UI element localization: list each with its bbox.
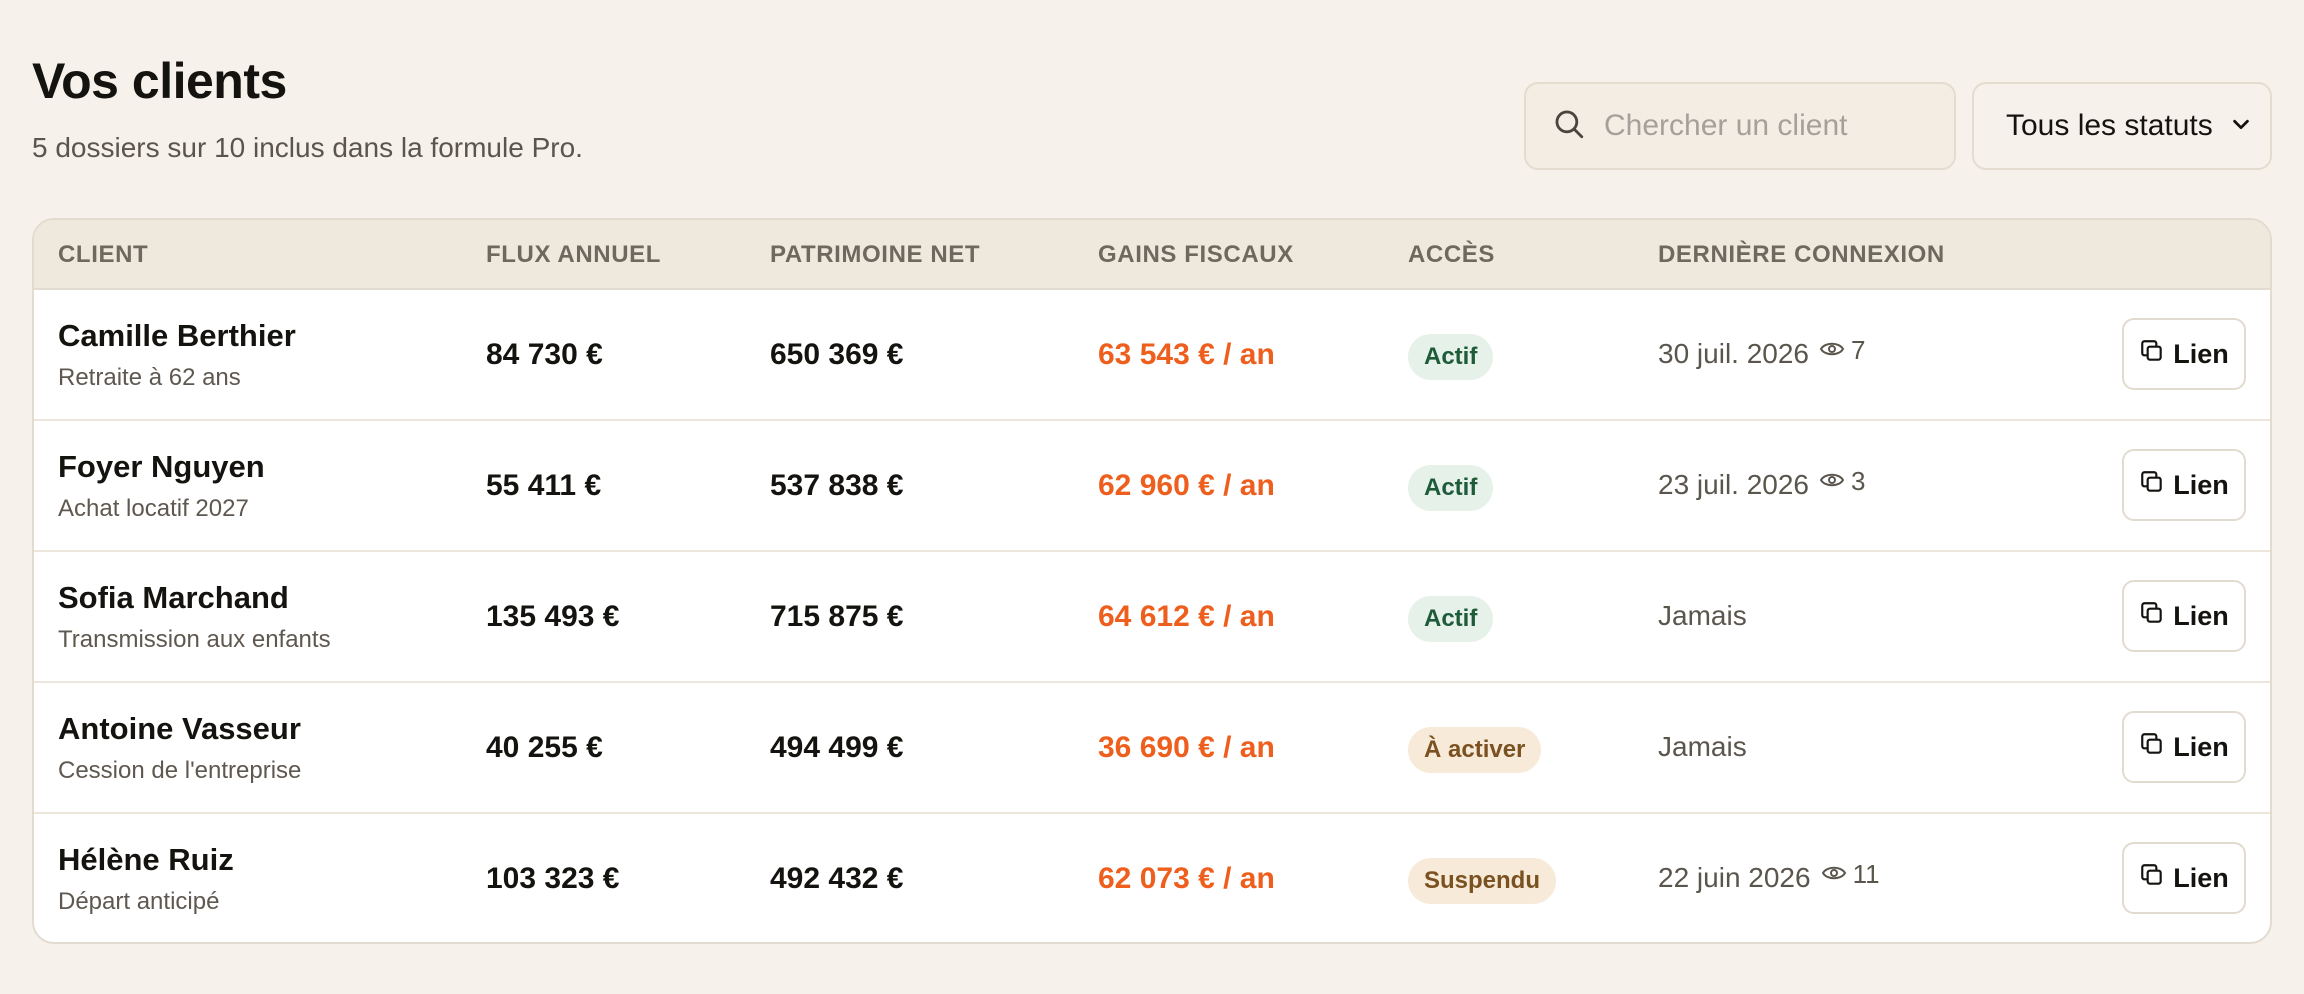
table-row[interactable]: Hélène Ruiz Départ anticipé 103 323 € 49… bbox=[34, 814, 2270, 942]
copy-link-button[interactable]: Lien bbox=[2122, 711, 2246, 783]
last-login-cell: Jamais bbox=[1658, 600, 1747, 632]
copy-link-label: Lien bbox=[2173, 469, 2229, 500]
patrimoine-net: 537 838 € bbox=[770, 469, 904, 502]
patrimoine-net: 715 875 € bbox=[770, 600, 904, 633]
patrimoine-net: 492 432 € bbox=[770, 862, 904, 895]
client-note: Cession de l'entreprise bbox=[58, 757, 302, 784]
last-login-cell: 23 juil. 2026 3 bbox=[1658, 466, 1865, 501]
status-badge: À activer bbox=[1408, 727, 1542, 773]
client-cell: Sofia Marchand Transmission aux enfants bbox=[58, 580, 331, 654]
views-count: 11 bbox=[1821, 859, 1880, 890]
eye-icon bbox=[1821, 859, 1853, 890]
flux-annuel: 135 493 € bbox=[486, 600, 620, 633]
last-login-date: 23 juil. 2026 bbox=[1658, 469, 1810, 500]
copy-icon bbox=[2139, 469, 2165, 502]
client-name[interactable]: Hélène Ruiz bbox=[58, 842, 234, 878]
client-name[interactable]: Foyer Nguyen bbox=[58, 449, 265, 485]
table-row[interactable]: Sofia Marchand Transmission aux enfants … bbox=[34, 552, 2270, 683]
last-login-date: Jamais bbox=[1658, 731, 1747, 762]
copy-link-label: Lien bbox=[2173, 731, 2229, 762]
table-header: CLIENT FLUX ANNUEL PATRIMOINE NET GAINS … bbox=[34, 220, 2270, 290]
client-name[interactable]: Sofia Marchand bbox=[58, 580, 289, 616]
copy-link-label: Lien bbox=[2173, 600, 2229, 631]
patrimoine-net: 650 369 € bbox=[770, 338, 904, 371]
client-note: Transmission aux enfants bbox=[58, 626, 331, 653]
copy-link-button[interactable]: Lien bbox=[2122, 449, 2246, 521]
client-name[interactable]: Antoine Vasseur bbox=[58, 711, 301, 747]
client-cell: Foyer Nguyen Achat locatif 2027 bbox=[58, 449, 265, 523]
last-login-cell: 30 juil. 2026 7 bbox=[1658, 335, 1865, 370]
flux-annuel: 55 411 € bbox=[486, 469, 602, 502]
search-icon bbox=[1552, 107, 1586, 146]
client-note: Départ anticipé bbox=[58, 888, 220, 915]
status-filter-value: Tous les statuts bbox=[2006, 109, 2213, 142]
flux-annuel: 40 255 € bbox=[486, 731, 603, 764]
gains-fiscaux: 64 612 € / an bbox=[1098, 600, 1275, 633]
column-header-client[interactable]: CLIENT bbox=[58, 220, 148, 290]
last-login-cell: 22 juin 2026 11 bbox=[1658, 859, 1880, 894]
gains-fiscaux: 62 073 € / an bbox=[1098, 862, 1275, 895]
table-row[interactable]: Camille Berthier Retraite à 62 ans 84 73… bbox=[34, 290, 2270, 421]
views-count: 3 bbox=[1819, 466, 1865, 497]
views-value: 7 bbox=[1851, 334, 1866, 365]
copy-link-button[interactable]: Lien bbox=[2122, 318, 2246, 390]
client-cell: Hélène Ruiz Départ anticipé bbox=[58, 842, 234, 916]
client-name[interactable]: Camille Berthier bbox=[58, 318, 296, 354]
clients-table: CLIENT FLUX ANNUEL PATRIMOINE NET GAINS … bbox=[32, 218, 2272, 944]
views-count: 7 bbox=[1819, 335, 1865, 366]
client-cell: Antoine Vasseur Cession de l'entreprise bbox=[58, 711, 301, 785]
copy-icon bbox=[2139, 862, 2165, 895]
search-box[interactable] bbox=[1524, 82, 1956, 170]
status-badge: Suspendu bbox=[1408, 858, 1557, 904]
eye-icon bbox=[1819, 466, 1851, 497]
chevron-down-icon bbox=[2230, 109, 2252, 143]
column-header-derniere-connexion[interactable]: DERNIÈRE CONNEXION bbox=[1658, 220, 1945, 290]
toolbar: Tous les statuts bbox=[1524, 82, 2272, 170]
flux-annuel: 103 323 € bbox=[486, 862, 620, 895]
page-header: Vos clients 5 dossiers sur 10 inclus dan… bbox=[32, 52, 583, 164]
last-login-cell: Jamais bbox=[1658, 731, 1747, 763]
page-subtitle: 5 dossiers sur 10 inclus dans la formule… bbox=[32, 132, 583, 163]
copy-icon bbox=[2139, 338, 2165, 371]
table-row[interactable]: Antoine Vasseur Cession de l'entreprise … bbox=[34, 683, 2270, 814]
copy-link-label: Lien bbox=[2173, 338, 2229, 369]
copy-icon bbox=[2139, 731, 2165, 764]
status-filter-select[interactable]: Tous les statuts bbox=[1972, 82, 2272, 170]
access-cell: Actif bbox=[1408, 334, 1494, 380]
views-value: 3 bbox=[1851, 465, 1866, 496]
copy-link-label: Lien bbox=[2173, 862, 2229, 893]
eye-icon bbox=[1819, 335, 1851, 366]
gains-fiscaux: 63 543 € / an bbox=[1098, 338, 1275, 371]
status-badge: Actif bbox=[1408, 334, 1494, 380]
access-cell: À activer bbox=[1408, 727, 1542, 773]
copy-link-button[interactable]: Lien bbox=[2122, 842, 2246, 914]
column-header-flux[interactable]: FLUX ANNUEL bbox=[486, 220, 661, 290]
access-cell: Actif bbox=[1408, 465, 1494, 511]
copy-link-button[interactable]: Lien bbox=[2122, 580, 2246, 652]
last-login-date: Jamais bbox=[1658, 600, 1747, 631]
column-header-gains[interactable]: GAINS FISCAUX bbox=[1098, 220, 1294, 290]
status-badge: Actif bbox=[1408, 465, 1494, 511]
gains-fiscaux: 62 960 € / an bbox=[1098, 469, 1275, 502]
client-cell: Camille Berthier Retraite à 62 ans bbox=[58, 318, 296, 392]
status-badge: Actif bbox=[1408, 596, 1494, 642]
copy-icon bbox=[2139, 600, 2165, 633]
access-cell: Suspendu bbox=[1408, 858, 1557, 904]
search-input[interactable] bbox=[1604, 109, 1924, 143]
views-value: 11 bbox=[1852, 858, 1880, 889]
column-header-patrimoine[interactable]: PATRIMOINE NET bbox=[770, 220, 980, 290]
last-login-date: 30 juil. 2026 bbox=[1658, 338, 1810, 369]
gains-fiscaux: 36 690 € / an bbox=[1098, 731, 1275, 764]
client-note: Retraite à 62 ans bbox=[58, 364, 241, 391]
table-row[interactable]: Foyer Nguyen Achat locatif 2027 55 411 €… bbox=[34, 421, 2270, 552]
flux-annuel: 84 730 € bbox=[486, 338, 603, 371]
client-note: Achat locatif 2027 bbox=[58, 495, 249, 522]
patrimoine-net: 494 499 € bbox=[770, 731, 904, 764]
column-header-acces[interactable]: ACCÈS bbox=[1408, 220, 1495, 290]
last-login-date: 22 juin 2026 bbox=[1658, 862, 1811, 893]
access-cell: Actif bbox=[1408, 596, 1494, 642]
page-title: Vos clients bbox=[32, 53, 287, 109]
